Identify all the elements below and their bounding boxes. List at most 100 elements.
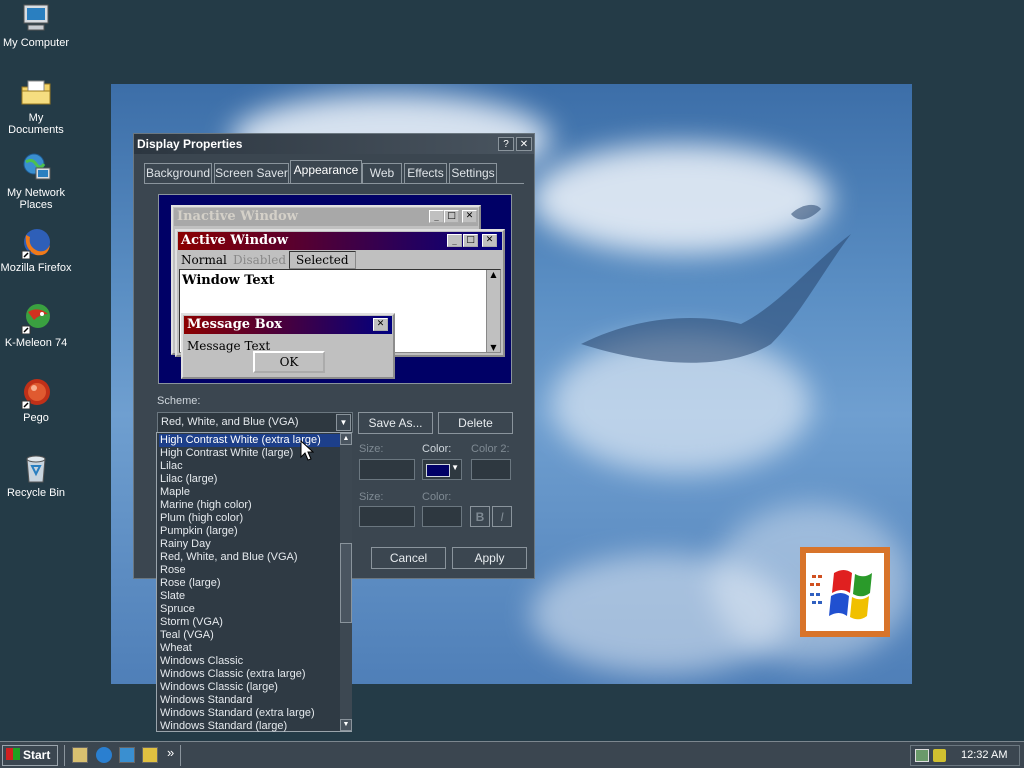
windows-flag-icon [6,748,20,760]
dropdown-option[interactable]: Rainy Day [159,538,340,551]
scheme-select[interactable]: Red, White, and Blue (VGA) ▼ [157,412,353,433]
scroll-down-icon[interactable]: ▼ [340,719,352,731]
dropdown-option[interactable]: Pumpkin (large) [159,525,340,538]
dropdown-option[interactable]: Teal (VGA) [159,629,340,642]
computer-icon [20,2,52,34]
folder-icon [20,77,52,109]
dropdown-option[interactable]: Windows Classic (extra large) [159,668,340,681]
maximize-icon: □ [463,234,478,247]
dropdown-option[interactable]: Windows Standard (extra large) [159,707,340,720]
windows-logo-icon [806,553,884,631]
desktop-icon-network-places[interactable]: My Network Places [0,152,72,211]
taskbar-divider [180,745,181,766]
minimize-icon: _ [447,234,462,247]
network-icon [20,152,52,184]
dropdown-option[interactable]: Rose (large) [159,577,340,590]
network-tray-icon[interactable] [915,749,929,762]
preview-msgbox-title: Message Box [184,316,392,334]
dropdown-option[interactable]: Lilac (large) [159,473,340,486]
pego-icon [20,377,52,410]
scroll-up-icon: ▲ [490,270,497,279]
item-color2-label: Color 2: [471,443,510,455]
diver-silhouette [581,204,851,363]
windows-media-icon[interactable] [142,747,158,763]
desktop-icon-my-computer[interactable]: My Computer [0,2,72,49]
dropdown-option[interactable]: Plum (high color) [159,512,340,525]
apply-button[interactable]: Apply [452,547,527,569]
bold-button[interactable]: B [470,506,490,527]
scheme-select-value: Red, White, and Blue (VGA) [161,416,299,428]
preview-scrollbar: ▲ ▼ [486,270,500,352]
tab-screen-saver[interactable]: Screen Saver [214,163,289,183]
font-size-label: Size: [359,491,384,503]
close-button[interactable]: ✕ [516,137,532,151]
firefox-icon [20,227,52,260]
dropdown-option[interactable]: Windows Standard (large) [159,720,340,733]
minimize-icon: _ [429,210,444,223]
desktop-icon-pego[interactable]: Pego [0,377,72,424]
help-button[interactable]: ? [498,137,514,151]
appearance-preview[interactable]: Inactive Window _ □ ✕ Active Window _ □ … [158,194,512,384]
dropdown-option[interactable]: Marine (high color) [159,499,340,512]
dropdown-option[interactable]: Windows Classic (large) [159,681,340,694]
save-as-button[interactable]: Save As... [358,412,433,434]
close-icon: ✕ [462,210,477,223]
close-icon: ✕ [373,318,388,331]
cancel-button[interactable]: Cancel [371,547,446,569]
internet-explorer-icon[interactable] [96,747,112,763]
tab-background[interactable]: Background [144,163,212,183]
volume-tray-icon[interactable] [933,749,946,762]
dropdown-option[interactable]: Windows Classic [159,655,340,668]
item-color-picker[interactable]: ▼ [422,459,462,480]
font-size-select[interactable] [359,506,415,527]
dropdown-option[interactable]: Wheat [159,642,340,655]
outlook-express-icon[interactable] [119,747,135,763]
tab-settings[interactable]: Settings [449,163,497,183]
mouse-cursor-icon [300,439,315,465]
show-desktop-icon[interactable] [72,747,88,763]
dropdown-scrollbar[interactable]: ▲ ▼ [340,433,352,731]
tab-web[interactable]: Web [362,163,402,183]
dropdown-option[interactable]: Maple [159,486,340,499]
desktop-icon-my-documents[interactable]: My Documents [0,77,72,136]
desktop-icon-kmeleon[interactable]: K-Meleon 74 [0,302,72,349]
preview-message-box: Message Box ✕ Message Text OK [181,313,395,379]
quicklaunch-more-icon[interactable]: » [167,745,174,760]
item-color2-picker[interactable] [471,459,511,480]
dropdown-option[interactable]: Red, White, and Blue (VGA) [159,551,340,564]
kmeleon-icon [20,302,52,335]
font-color-label: Color: [422,491,452,503]
tab-appearance[interactable]: Appearance [290,160,362,184]
dropdown-option[interactable]: Storm (VGA) [159,616,340,629]
dropdown-option[interactable]: Slate [159,590,340,603]
tab-effects[interactable]: Effects [404,163,447,183]
window-title: Display Properties [134,134,534,154]
font-color-picker[interactable] [422,506,462,527]
scroll-down-icon: ▼ [490,343,497,352]
desktop-icon-firefox[interactable]: Mozilla Firefox [0,227,72,274]
item-size-label: Size: [359,443,384,455]
preview-ok-button: OK [253,351,325,373]
preview-menu-normal: Normal [181,253,227,267]
chevron-down-icon[interactable]: ▼ [336,414,351,431]
desktop-icon-recycle-bin[interactable]: Recycle Bin [0,452,72,499]
item-size-spinner[interactable] [359,459,415,480]
dropdown-option[interactable]: Rose [159,564,340,577]
tab-divider [144,183,524,184]
taskbar: Start » 12:32 AM [0,741,1024,768]
scrollbar-thumb[interactable] [340,543,352,623]
italic-button[interactable]: I [492,506,512,527]
dropdown-option[interactable]: Spruce [159,603,340,616]
item-color-label: Color: [422,443,452,455]
scheme-dropdown-list[interactable]: High Contrast White (extra large) High Co… [156,432,352,732]
color-swatch [426,464,450,477]
maximize-icon: □ [444,210,459,223]
clock[interactable]: 12:32 AM [961,749,1007,761]
chevron-down-icon: ▼ [451,463,459,472]
delete-button[interactable]: Delete [438,412,513,434]
dropdown-option[interactable]: Windows Standard [159,694,340,707]
scroll-up-icon[interactable]: ▲ [340,433,352,445]
preview-menu-selected: Selected [289,251,356,269]
start-button[interactable]: Start [2,745,58,766]
preview-menu-disabled: Disabled [233,253,287,267]
